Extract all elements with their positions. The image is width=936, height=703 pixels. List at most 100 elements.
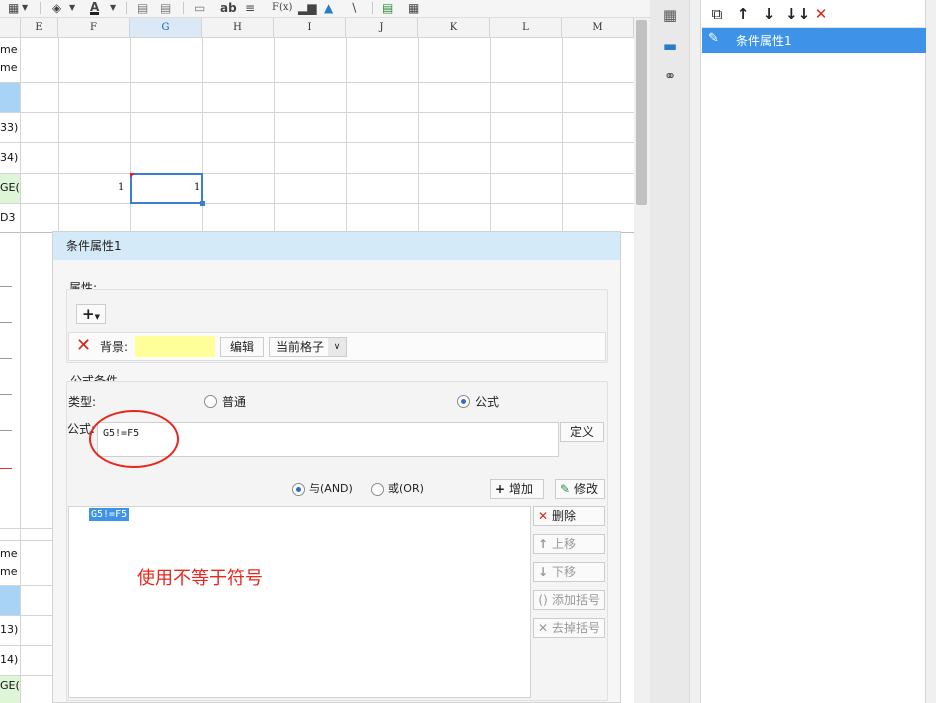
background-color-swatch[interactable] [135, 336, 215, 357]
cell-label: me [0, 61, 18, 74]
scope-select[interactable]: 当前格子 ∨ [269, 337, 347, 357]
type-radio-formula[interactable] [457, 395, 470, 408]
header-cell-fill-lower [0, 585, 20, 615]
edit-button[interactable]: 编辑 [220, 337, 264, 357]
plus-icon: + [494, 482, 506, 496]
cell-label: GE( [0, 679, 20, 692]
logic-option-and[interactable]: 与(AND) [309, 481, 353, 497]
list-icon[interactable]: ▤ [382, 1, 393, 15]
fill-handle[interactable] [200, 201, 205, 206]
column-header-F[interactable]: F [58, 18, 130, 38]
scrollbar-thumb[interactable] [636, 20, 647, 205]
column-header-J[interactable]: J [346, 18, 418, 38]
logic-radio-or[interactable] [371, 483, 384, 496]
modify-button[interactable]: ✎ 修改 [555, 479, 605, 499]
text-icon[interactable]: ab [220, 1, 237, 15]
hyperlink-icon[interactable]: ⚭ [660, 66, 680, 86]
font-color-icon[interactable]: A [90, 0, 100, 15]
column-header-K[interactable]: K [418, 18, 490, 38]
cell-F5[interactable]: 1 [118, 181, 124, 195]
add-bracket-button[interactable]: () 添加括号 [533, 590, 605, 610]
type-radio-normal[interactable] [204, 395, 217, 408]
cell-label: 33) [0, 121, 19, 134]
column-header-G[interactable]: G [130, 18, 202, 38]
move-up-button[interactable]: ↑ 上移 [533, 534, 605, 554]
type-label: 类型: [68, 395, 97, 409]
column-header-H[interactable]: H [202, 18, 274, 38]
condition-entry[interactable]: G5!=F5 [89, 508, 130, 521]
cell-label: me [0, 43, 18, 56]
add-attribute-button[interactable]: +▼ [76, 304, 106, 324]
chevron-down-icon: ▼ [94, 313, 100, 321]
cell-label: D3 [0, 211, 16, 224]
column-header-partial [0, 18, 21, 38]
condition-list-panel: ⧉ ↑ ↓ ↓↓ ✕ ✎ 条件属性1 [700, 0, 927, 703]
main-toolbar: ▦ ▼ ◈ ▼ A ▼ ▤ ▤ ▭ ab ≡ F(x) ▂▆ ▲ ∖ ▤ ▦ [0, 0, 650, 18]
remove-bracket-button[interactable]: ✕ 去掉括号 [533, 618, 605, 638]
scope-select-value: 当前格子 [276, 340, 325, 354]
condition-list-item[interactable]: ✎ 条件属性1 [702, 28, 926, 53]
table-dropdown-icon[interactable]: ▼ [22, 1, 28, 15]
merge-icon[interactable]: ▤ [137, 1, 148, 15]
side-icon-strip: ▦ ▬ ⚭ [650, 0, 690, 703]
add-button[interactable]: + 增加 [490, 479, 544, 499]
column-header-L[interactable]: L [490, 18, 562, 38]
logic-option-or[interactable]: 或(OR) [388, 481, 424, 497]
grid-icon[interactable]: ▦ [408, 1, 419, 15]
move-down-icon[interactable]: ↓ [759, 4, 779, 24]
column-header-M[interactable]: M [562, 18, 634, 38]
condition-attribute-icon[interactable]: ▬ [660, 36, 680, 56]
chart-icon[interactable]: ▂▆ [298, 1, 316, 15]
image-icon[interactable]: ▲ [324, 1, 333, 15]
cell-label: me [0, 547, 18, 560]
bracket-icon: () [538, 593, 548, 607]
annotation-circle [89, 410, 179, 468]
move-down-button[interactable]: ↓ 下移 [533, 562, 605, 582]
type-option-normal[interactable]: 普通 [222, 394, 246, 410]
move-bottom-icon[interactable]: ↓↓ [785, 4, 810, 24]
input-box-icon[interactable]: ▭ [194, 1, 205, 15]
fill-dropdown-icon[interactable]: ▼ [69, 1, 75, 15]
paint-bucket-icon[interactable]: ◈ [52, 1, 61, 15]
column-header-I[interactable]: I [274, 18, 346, 38]
cell-label: GE( [0, 181, 20, 194]
define-button[interactable]: 定义 [560, 422, 604, 442]
cell-attribute-icon[interactable]: ▦ [660, 5, 680, 25]
table-icon[interactable]: ▦ [8, 1, 19, 15]
cell-label: 13) [0, 623, 19, 636]
align-icon[interactable]: ≡ [245, 1, 255, 15]
selected-cell-G5[interactable] [130, 173, 203, 204]
logic-radio-and[interactable] [292, 483, 305, 496]
delete-icon: ✕ [537, 509, 549, 523]
cell-label: me [0, 565, 18, 578]
cell-label: 34) [0, 151, 19, 164]
delete-condition-button[interactable]: ✕ 删除 [533, 506, 605, 526]
copy-icon[interactable]: ⧉ [707, 4, 727, 24]
condition-item-label: 条件属性1 [736, 34, 792, 48]
remove-attribute-icon[interactable]: ✕ [76, 337, 91, 355]
edit-pencil-icon: ✎ [708, 31, 719, 46]
border-icon[interactable]: ▤ [160, 1, 171, 15]
arrow-up-icon: ↑ [537, 537, 549, 551]
remove-bracket-icon: ✕ [537, 621, 549, 635]
condition-attribute-dialog: 条件属性1 属性: +▼ ✕ 背景: 编辑 当前格子 ∨ 公式条件 类型: 普通… [52, 231, 621, 703]
cell-marker-icon [130, 173, 135, 178]
chevron-down-icon[interactable]: ∨ [328, 338, 346, 356]
add-glyph: + [82, 305, 95, 323]
arrow-down-icon: ↓ [537, 565, 549, 579]
cell-label: 14) [0, 653, 19, 666]
annotation-text: 使用不等于符号 [137, 568, 263, 589]
formula-icon[interactable]: F(x) [272, 1, 292, 15]
cell-G5[interactable]: 1 [194, 181, 200, 195]
background-label: 背景: [100, 340, 129, 354]
column-header-E[interactable]: E [21, 18, 58, 38]
condition-list-toolbar: ⧉ ↑ ↓ ↓↓ ✕ [701, 0, 927, 28]
font-color-dropdown-icon[interactable]: ▼ [110, 1, 116, 15]
modify-icon: ✎ [559, 482, 571, 496]
move-up-icon[interactable]: ↑ [733, 4, 753, 24]
slash-icon[interactable]: ∖ [350, 1, 358, 15]
condition-list[interactable] [68, 506, 531, 698]
delete-icon[interactable]: ✕ [811, 4, 831, 24]
dialog-title: 条件属性1 [53, 232, 620, 260]
type-option-formula[interactable]: 公式 [475, 394, 499, 410]
